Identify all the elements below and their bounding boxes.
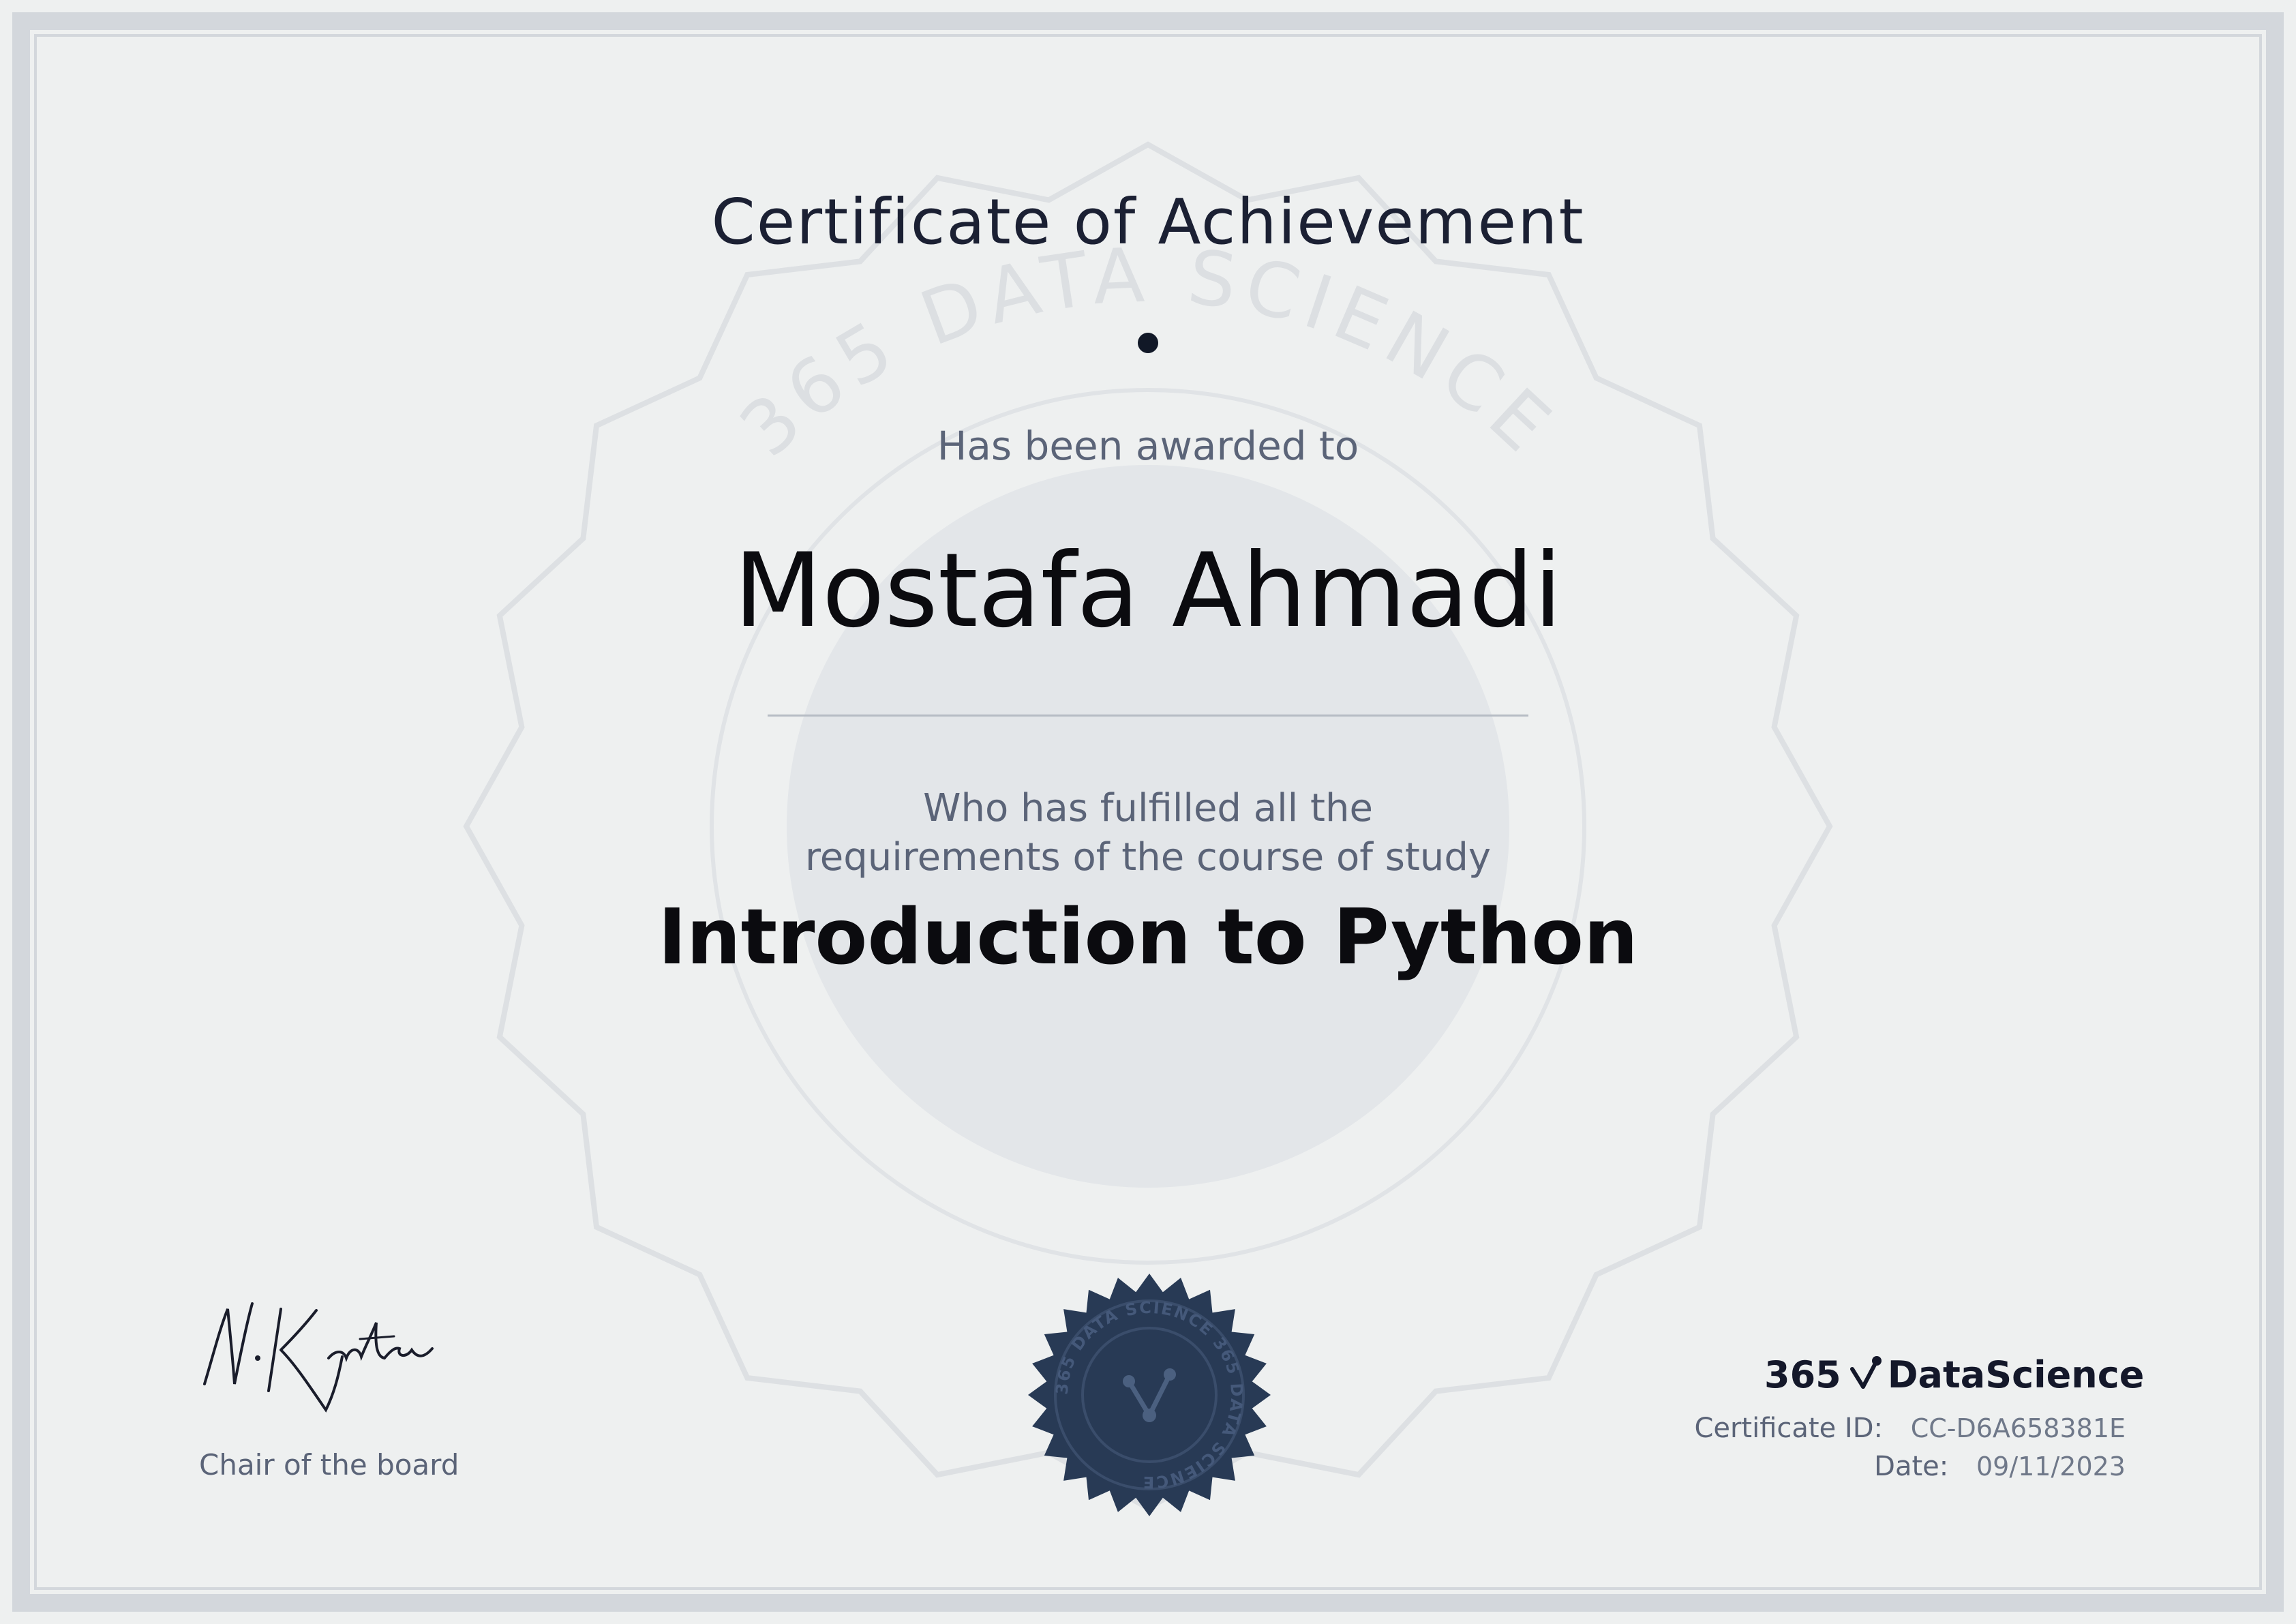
fulfilled-line-2: requirements of the course of study (804, 835, 1492, 879)
course-name: Introduction to Python (658, 893, 1638, 982)
seal-badge: 365 DATA SCIENCE 365 DATA SCIENCE (1028, 1274, 1271, 1516)
date-value: 09/11/2023 (1976, 1452, 2126, 1482)
certificate-id-label: Certificate ID: (1694, 1413, 1883, 1444)
certificate-id-row: Certificate ID: CC-D6A658381E (1694, 1413, 2126, 1444)
certificate-page: 365 DATA SCIENCE Certificate of Achievem… (0, 0, 2296, 1624)
fulfilled-statement: Who has fulfilled all the requirements o… (0, 784, 2296, 882)
title-dot (1138, 333, 1158, 353)
name-divider (768, 715, 1528, 717)
fulfilled-line-1: Who has fulfilled all the (923, 786, 1373, 830)
date-label: Date: (1874, 1451, 1949, 1482)
date-row: Date: 09/11/2023 (1874, 1451, 2126, 1482)
brand-logo: 365 DataScience (1764, 1347, 2144, 1402)
brand-name: DataScience (1887, 1353, 2145, 1396)
brand-prefix: 365 (1764, 1353, 1841, 1396)
signature (203, 1302, 434, 1413)
signer-role: Chair of the board (199, 1448, 459, 1482)
recipient-name: Mostafa Ahmadi (734, 532, 1562, 650)
certificate-id-value: CC-D6A658381E (1910, 1413, 2126, 1443)
awarded-label: Has been awarded to (937, 423, 1359, 469)
certificate-title: Certificate of Achievement (711, 185, 1585, 258)
brand-mark-icon (1849, 1356, 1882, 1389)
